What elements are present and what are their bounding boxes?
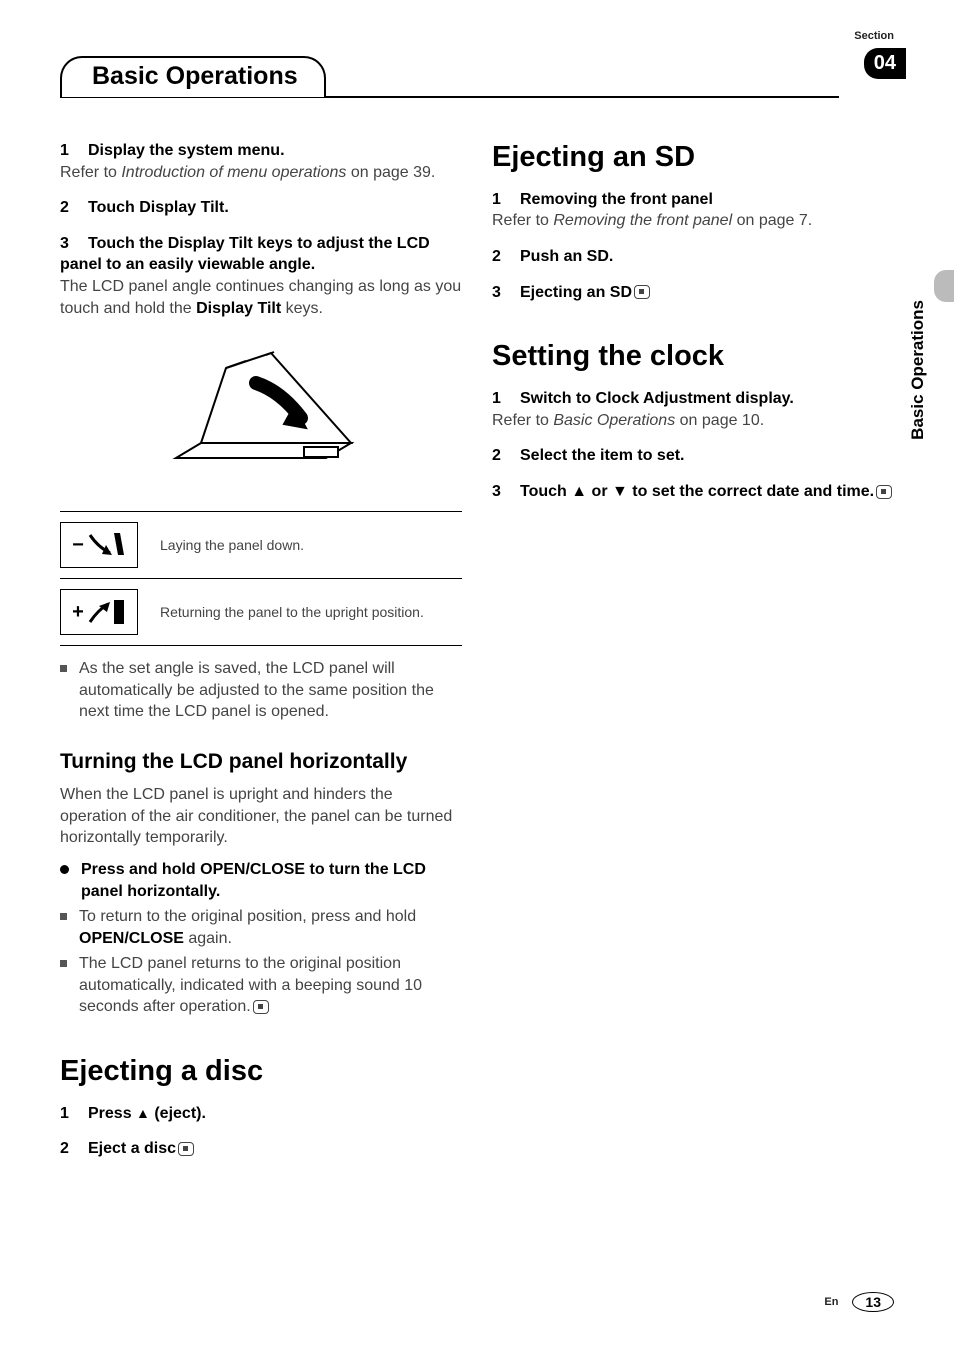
sign-plus: + xyxy=(72,601,84,624)
step-number: 2 xyxy=(60,197,88,219)
square-bullet-icon xyxy=(60,665,67,672)
step-title-text: Display the system menu. xyxy=(88,142,285,159)
clock-step-set: 3Touch ▲ or ▼ to set the correct date an… xyxy=(492,481,894,503)
step-number: 1 xyxy=(60,140,88,162)
auto-return-text: The LCD panel returns to the original po… xyxy=(79,955,422,1015)
press-post: (eject). xyxy=(150,1105,206,1122)
return-note: To return to the original position, pres… xyxy=(60,906,462,949)
return-post: again. xyxy=(184,930,232,947)
heading-ejecting-disc: Ejecting a disc xyxy=(60,1054,462,1089)
step-number: 3 xyxy=(492,282,520,304)
touch-post: to set the correct date and time. xyxy=(628,483,874,500)
panel-upright-icon xyxy=(84,596,126,628)
press-pre: Press xyxy=(88,1105,136,1122)
step-title-text: Ejecting an SD xyxy=(520,284,632,301)
step-display-menu: 1Display the system menu. Refer to Intro… xyxy=(60,140,462,183)
square-bullet-icon xyxy=(60,913,67,920)
heading-ejecting-sd: Ejecting an SD xyxy=(492,140,894,175)
step-title-text: Touch the Display Tilt keys to adjust th… xyxy=(60,235,430,274)
step-number: 2 xyxy=(492,246,520,268)
square-bullet-icon xyxy=(60,960,67,967)
right-column: Ejecting an SD 1Removing the front panel… xyxy=(492,140,894,1174)
step-title-text: Eject a disc xyxy=(88,1140,176,1157)
step-title-text: Push an SD. xyxy=(520,248,613,265)
lcd-tilt-diagram xyxy=(60,333,462,493)
step-number: 2 xyxy=(492,445,520,467)
step-number: 1 xyxy=(492,189,520,211)
page-header: Section 04 Basic Operations xyxy=(60,40,894,100)
step-press-eject: 1Press ▲ (eject). xyxy=(60,1103,462,1125)
tilt-up-icon: + xyxy=(60,589,138,635)
ref-post: on page 39. xyxy=(346,164,435,181)
return-bold: OPEN/CLOSE xyxy=(79,930,184,947)
panel-laying-icon xyxy=(84,529,126,561)
up-arrow-icon: ▲ xyxy=(571,483,587,500)
step-title-text: Switch to Clock Adjustment display. xyxy=(520,390,794,407)
press-hold-instruction: Press and hold OPEN/CLOSE to turn the LC… xyxy=(60,859,462,902)
ref-italic: Removing the front panel xyxy=(553,212,732,229)
section-number-badge: 04 xyxy=(864,48,906,79)
end-section-icon xyxy=(876,485,892,499)
step-number: 2 xyxy=(60,1138,88,1160)
sd-step-remove-panel: 1Removing the front panel Refer to Remov… xyxy=(492,189,894,232)
step-eject-disc: 2Eject a disc xyxy=(60,1138,462,1160)
tilt-up-row: + Returning the panel to the upright pos… xyxy=(60,578,462,646)
end-section-icon xyxy=(253,1000,269,1014)
page-footer: En 13 xyxy=(824,1292,894,1312)
ref-italic: Introduction of menu operations xyxy=(121,164,346,181)
footer-language: En xyxy=(824,1296,838,1308)
side-tab-marker xyxy=(934,270,954,302)
step-title-text: Removing the front panel xyxy=(520,191,713,208)
side-label: Basic Operations xyxy=(908,300,928,440)
touch-pre: Touch xyxy=(520,483,571,500)
sd-step-push: 2Push an SD. xyxy=(492,246,894,268)
tab-title: Basic Operations xyxy=(60,56,326,97)
tilt-down-desc: Laying the panel down. xyxy=(160,536,304,554)
sign-minus: − xyxy=(72,534,84,557)
step-touch-tilt: 2Touch Display Tilt. xyxy=(60,197,462,219)
step-title-text: Touch Display Tilt. xyxy=(88,199,229,216)
step-number: 1 xyxy=(60,1103,88,1125)
heading-turning-horizontal: Turning the LCD panel horizontally xyxy=(60,749,462,774)
ref-post: on page 7. xyxy=(732,212,812,229)
content-columns: 1Display the system menu. Refer to Intro… xyxy=(60,140,894,1174)
end-section-icon xyxy=(178,1142,194,1156)
ref-post: on page 10. xyxy=(675,412,764,429)
footer-page-number: 13 xyxy=(852,1292,894,1312)
ref-italic: Basic Operations xyxy=(553,412,675,429)
step-number: 3 xyxy=(492,481,520,503)
eject-icon: ▲ xyxy=(136,1105,150,1121)
note-text: As the set angle is saved, the LCD panel… xyxy=(79,658,462,723)
left-column: 1Display the system menu. Refer to Intro… xyxy=(60,140,462,1174)
body-bold: Display Tilt xyxy=(196,300,281,317)
sd-step-eject: 3Ejecting an SD xyxy=(492,282,894,304)
turning-body: When the LCD panel is upright and hinder… xyxy=(60,784,462,849)
step-number: 3 xyxy=(60,233,88,255)
auto-return-note: The LCD panel returns to the original po… xyxy=(60,953,462,1018)
press-hold-text: Press and hold OPEN/CLOSE to turn the LC… xyxy=(81,859,462,902)
clock-step-select: 2Select the item to set. xyxy=(492,445,894,467)
tab-rule: Basic Operations xyxy=(60,58,839,98)
tilt-up-desc: Returning the panel to the upright posit… xyxy=(160,603,424,621)
lcd-panel-illustration-icon xyxy=(156,343,366,483)
heading-setting-clock: Setting the clock xyxy=(492,339,894,374)
note-saved-angle: As the set angle is saved, the LCD panel… xyxy=(60,658,462,723)
step-number: 1 xyxy=(492,388,520,410)
return-pre: To return to the original position, pres… xyxy=(79,908,416,925)
touch-mid: or xyxy=(587,483,612,500)
ref-pre: Refer to xyxy=(492,212,553,229)
tilt-down-row: − Laying the panel down. xyxy=(60,511,462,578)
ref-pre: Refer to xyxy=(492,412,553,429)
tilt-down-icon: − xyxy=(60,522,138,568)
body-post: keys. xyxy=(281,300,323,317)
section-label: Section xyxy=(854,30,894,42)
round-bullet-icon xyxy=(60,865,69,874)
step-title-text: Select the item to set. xyxy=(520,447,685,464)
down-arrow-icon: ▼ xyxy=(612,483,628,500)
clock-step-switch: 1Switch to Clock Adjustment display. Ref… xyxy=(492,388,894,431)
end-section-icon xyxy=(634,285,650,299)
step-adjust-angle: 3Touch the Display Tilt keys to adjust t… xyxy=(60,233,462,319)
ref-text: Refer to xyxy=(60,164,121,181)
